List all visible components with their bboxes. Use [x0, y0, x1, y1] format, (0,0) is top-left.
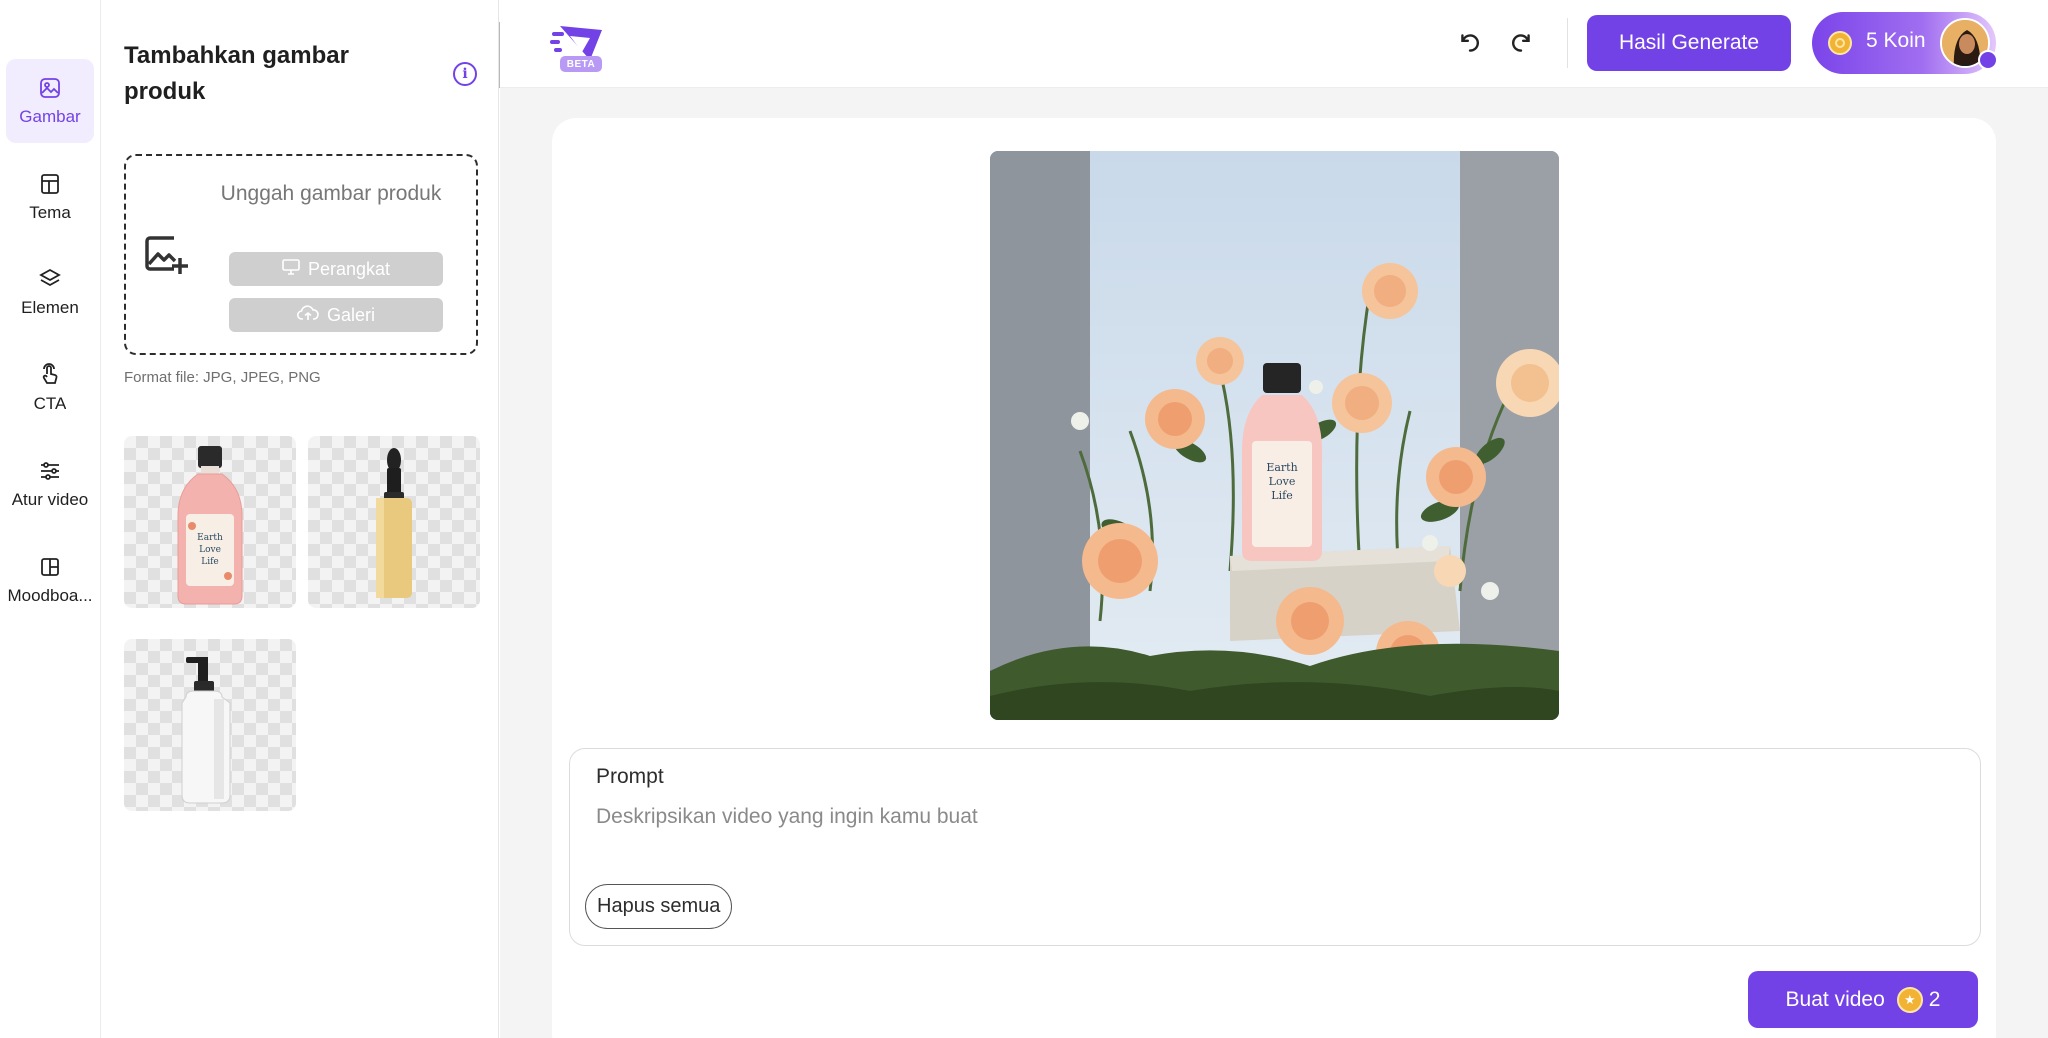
monitor-icon [282, 258, 300, 280]
upload-label: Unggah gambar produk [220, 182, 442, 205]
prompt-box: Prompt Hapus semua [569, 748, 1981, 946]
prompt-input[interactable] [596, 801, 1936, 833]
create-video-label: Buat video [1785, 987, 1885, 1011]
image-panel: Tambahkan gambar produk i Unggah gambar … [101, 0, 499, 1038]
rail-item-label: Tema [29, 203, 71, 222]
upload-gallery-label: Galeri [326, 304, 375, 325]
svg-text:Life: Life [201, 557, 219, 567]
product-thumbnail-dropper-bottle[interactable] [308, 436, 480, 608]
rail-item-cta[interactable]: CTA [6, 346, 94, 430]
coin-balance-pill[interactable]: 5 Koin [1812, 12, 1998, 74]
image-add-icon [140, 230, 190, 280]
upload-gallery-button[interactable]: Galeri [229, 298, 443, 332]
pointer-icon [37, 362, 63, 388]
undo-icon[interactable] [1457, 30, 1483, 56]
results-button[interactable]: Hasil Generate [1587, 15, 1791, 71]
toolbar-divider [1567, 18, 1568, 68]
create-video-cost: 2 [1928, 987, 1941, 1011]
icon-rail: Gambar Tema Elemen CTA Atur video Moodbo… [0, 0, 101, 1038]
rail-item-label: Gambar [19, 107, 81, 126]
svg-text:Love: Love [1269, 475, 1296, 488]
product-thumbnail-pump-bottle[interactable] [124, 639, 296, 811]
format-note: Format file: JPG, JPEG, PNG [124, 369, 321, 386]
clear-all-button[interactable]: Hapus semua [585, 884, 733, 929]
panel-title: Tambahkan gambar produk [124, 42, 349, 105]
crown-icon [1978, 50, 1998, 70]
rail-item-elemen[interactable]: Elemen [6, 250, 94, 334]
coin-balance-label: 5 Koin [1866, 29, 1926, 52]
layers-icon [37, 266, 63, 292]
coin-icon: ★ [1896, 986, 1923, 1013]
prompt-label: Prompt [596, 765, 664, 788]
upload-dropzone[interactable]: Unggah gambar produk Perangkat Galeri [124, 154, 478, 355]
rail-item-moodboard[interactable]: Moodboa... [6, 538, 94, 622]
top-bar: BETA Hasil Generate 5 Koin [500, 0, 2048, 88]
rail-item-atur-video[interactable]: Atur video [6, 442, 94, 526]
rail-item-gambar[interactable]: Gambar [6, 59, 94, 143]
rail-item-label: Moodboa... [7, 586, 93, 605]
info-icon[interactable]: i [453, 62, 477, 86]
create-video-button[interactable]: Buat video ★ 2 [1748, 971, 1978, 1028]
layout-icon [37, 171, 63, 197]
svg-text:Earth: Earth [1266, 461, 1297, 474]
upload-device-label: Perangkat [307, 258, 391, 279]
cloud-upload-icon [296, 304, 319, 326]
svg-text:Love: Love [199, 545, 221, 555]
sliders-icon [37, 458, 63, 484]
image-icon [37, 75, 63, 101]
rail-item-label: CTA [33, 394, 67, 413]
rail-item-label: Elemen [21, 298, 79, 317]
svg-text:Life: Life [1271, 489, 1292, 502]
upload-device-button[interactable]: Perangkat [229, 252, 443, 286]
coin-icon [1828, 31, 1852, 55]
product-thumbnail-pink-bottle[interactable]: Earth Love Life [124, 436, 296, 608]
rail-item-tema[interactable]: Tema [6, 155, 94, 239]
generated-preview-image: Earth Love Life [990, 151, 1559, 720]
moodboard-icon [37, 554, 63, 580]
svg-text:Earth: Earth [197, 533, 223, 543]
rail-item-label: Atur video [11, 490, 89, 509]
beta-badge: BETA [560, 56, 602, 72]
redo-icon[interactable] [1508, 30, 1534, 56]
